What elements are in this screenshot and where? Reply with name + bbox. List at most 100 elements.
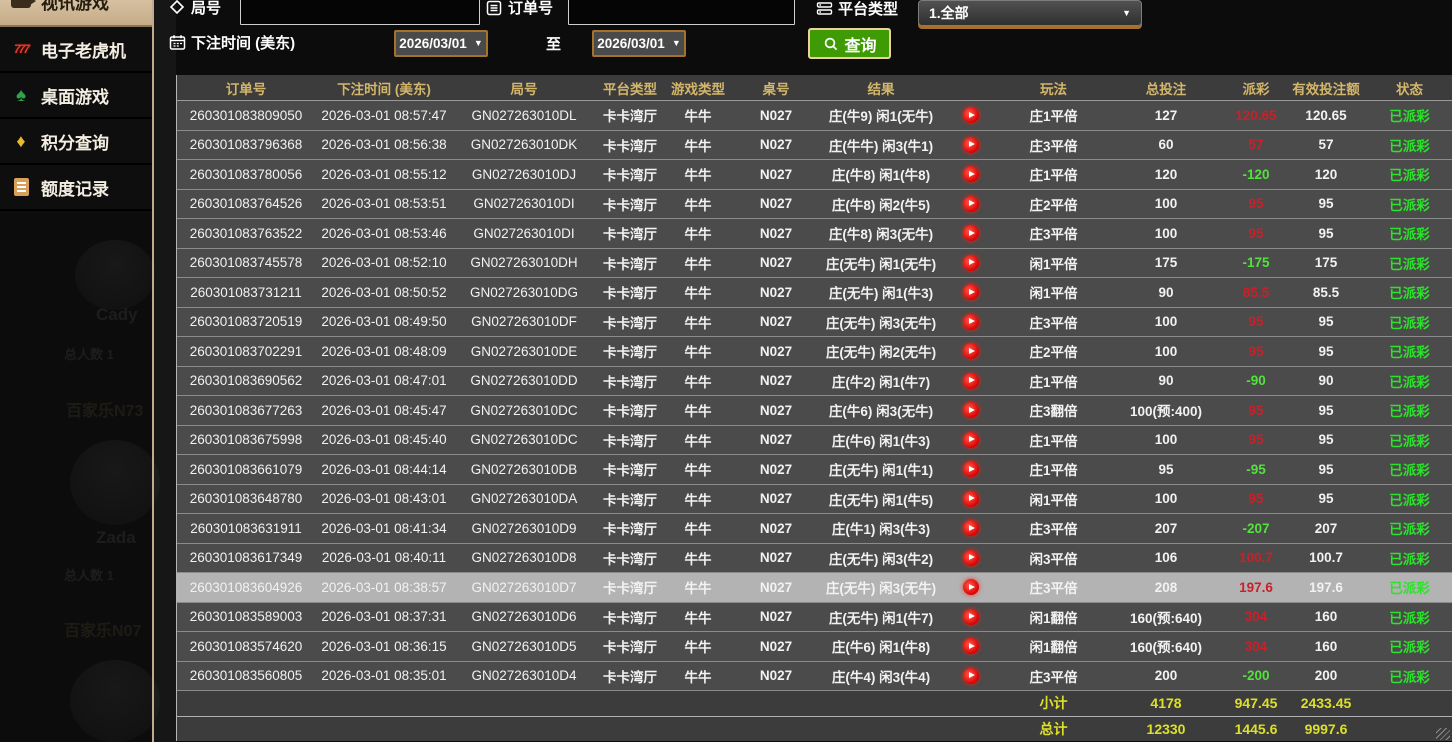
cell-order: 260301083560805 xyxy=(177,661,315,691)
table-row[interactable]: 260301083690562 2026-03-01 08:47:01 GN02… xyxy=(177,366,1452,396)
cell-replay xyxy=(941,219,1001,249)
col-header-valid-bet: 有效投注额 xyxy=(1286,75,1366,101)
cell-game-type: 牛牛 xyxy=(665,484,731,514)
table-games-icon: ♠ xyxy=(10,84,32,106)
cell-table-no: N027 xyxy=(731,189,821,219)
order-no-input[interactable] xyxy=(568,0,795,25)
table-row[interactable]: 260301083648780 2026-03-01 08:43:01 GN02… xyxy=(177,484,1452,514)
server-icon xyxy=(815,0,833,18)
sidebar-item-table-games[interactable]: ♠ 桌面游戏 xyxy=(0,73,152,119)
bet-time-label: 下注时间 (美东) xyxy=(168,32,295,53)
cell-replay xyxy=(941,573,1001,603)
replay-play-icon[interactable] xyxy=(963,196,979,212)
table-row[interactable]: 260301083631911 2026-03-01 08:41:34 GN02… xyxy=(177,514,1452,544)
cell-platform: 卡卡湾厅 xyxy=(595,602,665,632)
chevron-down-icon: ▼ xyxy=(672,39,681,48)
cell-bet-time: 2026-03-01 08:40:11 xyxy=(315,543,453,573)
replay-play-icon[interactable] xyxy=(963,284,979,300)
cell-order: 260301083677263 xyxy=(177,396,315,426)
table-row[interactable]: 260301083617349 2026-03-01 08:40:11 GN02… xyxy=(177,543,1452,573)
cell-order: 260301083690562 xyxy=(177,366,315,396)
replay-play-icon[interactable] xyxy=(963,491,979,507)
sidebar-item-slots[interactable]: 777 电子老虎机 xyxy=(0,27,152,73)
chevron-down-icon: ▼ xyxy=(474,39,483,48)
table-row[interactable]: 260301083589003 2026-03-01 08:37:31 GN02… xyxy=(177,602,1452,632)
game-no-input[interactable] xyxy=(240,0,480,25)
replay-play-icon[interactable] xyxy=(963,107,979,123)
list-icon xyxy=(485,0,503,17)
table-row[interactable]: 260301083745578 2026-03-01 08:52:10 GN02… xyxy=(177,248,1452,278)
replay-play-icon[interactable] xyxy=(963,668,979,684)
replay-play-icon[interactable] xyxy=(963,609,979,625)
filter-bar: 局号 订单号 平台类型 1.全部 ▼ xyxy=(160,0,1452,68)
table-row[interactable]: 260301083780056 2026-03-01 08:55:12 GN02… xyxy=(177,160,1452,190)
cell-play: 庄1平倍 xyxy=(1001,366,1106,396)
table-row[interactable]: 260301083764526 2026-03-01 08:53:51 GN02… xyxy=(177,189,1452,219)
sidebar-item-live-games[interactable]: 视讯游戏 xyxy=(0,0,152,27)
replay-play-icon[interactable] xyxy=(963,373,979,389)
replay-play-icon[interactable] xyxy=(963,225,979,241)
table-row[interactable]: 260301083604926 2026-03-01 08:38:57 GN02… xyxy=(177,573,1452,603)
table-row[interactable]: 260301083661079 2026-03-01 08:44:14 GN02… xyxy=(177,455,1452,485)
table-row[interactable]: 260301083796368 2026-03-01 08:56:38 GN02… xyxy=(177,130,1452,160)
cell-round: GN027263010DI xyxy=(453,219,595,249)
table-row[interactable]: 260301083675998 2026-03-01 08:45:40 GN02… xyxy=(177,425,1452,455)
table-row[interactable]: 260301083809050 2026-03-01 08:57:47 GN02… xyxy=(177,101,1452,131)
table-row[interactable]: 260301083731211 2026-03-01 08:50:52 GN02… xyxy=(177,278,1452,308)
table-row[interactable]: 260301083677263 2026-03-01 08:45:47 GN02… xyxy=(177,396,1452,426)
cell-order: 260301083780056 xyxy=(177,160,315,190)
table-row[interactable]: 260301083763522 2026-03-01 08:53:46 GN02… xyxy=(177,219,1452,249)
replay-play-icon[interactable] xyxy=(963,579,979,595)
replay-play-icon[interactable] xyxy=(963,432,979,448)
replay-play-icon[interactable] xyxy=(963,461,979,477)
resize-grip[interactable] xyxy=(1436,728,1450,740)
cell-table-no: N027 xyxy=(731,573,821,603)
cell-order: 260301083675998 xyxy=(177,425,315,455)
order-no-label: 订单号 xyxy=(485,0,553,18)
table-row[interactable]: 260301083560805 2026-03-01 08:35:01 GN02… xyxy=(177,661,1452,691)
table-row[interactable]: 260301083574620 2026-03-01 08:36:15 GN02… xyxy=(177,632,1452,662)
cell-payout: 100.7 xyxy=(1226,543,1286,573)
cell-platform: 卡卡湾厅 xyxy=(595,661,665,691)
cell-play: 闲1平倍 xyxy=(1001,278,1106,308)
date-to-picker[interactable]: 2026/03/01 ▼ xyxy=(592,30,686,57)
total-payout: 1445.6 xyxy=(1226,716,1286,741)
table-row[interactable]: 260301083720519 2026-03-01 08:49:50 GN02… xyxy=(177,307,1452,337)
platform-type-label: 平台类型 xyxy=(815,0,898,19)
sidebar-item-points-query[interactable]: ♦ 积分查询 xyxy=(0,119,152,165)
cell-table-no: N027 xyxy=(731,101,821,131)
replay-play-icon[interactable] xyxy=(963,314,979,330)
cell-table-no: N027 xyxy=(731,278,821,308)
cell-play: 闲1平倍 xyxy=(1001,248,1106,278)
cell-order: 260301083631911 xyxy=(177,514,315,544)
cell-payout: -200 xyxy=(1226,661,1286,691)
replay-play-icon[interactable] xyxy=(963,343,979,359)
sidebar-item-quota-records[interactable]: 额度记录 xyxy=(0,165,152,211)
col-header-status: 状态 xyxy=(1366,75,1452,101)
cell-round: GN027263010DF xyxy=(453,307,595,337)
replay-play-icon[interactable] xyxy=(963,638,979,654)
replay-play-icon[interactable] xyxy=(963,402,979,418)
cell-bet-time: 2026-03-01 08:41:34 xyxy=(315,514,453,544)
replay-play-icon[interactable] xyxy=(963,550,979,566)
platform-type-select[interactable]: 1.全部 ▼ xyxy=(918,0,1142,26)
cell-order: 260301083720519 xyxy=(177,307,315,337)
replay-play-icon[interactable] xyxy=(963,137,979,153)
cell-result: 庄(牛1) 闲3(牛3) xyxy=(821,514,941,544)
replay-play-icon[interactable] xyxy=(963,255,979,271)
cell-bet-time: 2026-03-01 08:45:40 xyxy=(315,425,453,455)
cell-table-no: N027 xyxy=(731,219,821,249)
cell-game-type: 牛牛 xyxy=(665,307,731,337)
cell-round: GN027263010DH xyxy=(453,248,595,278)
replay-play-icon[interactable] xyxy=(963,166,979,182)
date-from-picker[interactable]: 2026/03/01 ▼ xyxy=(394,30,488,57)
cell-total-bet: 106 xyxy=(1106,543,1226,573)
cell-result: 庄(无牛) 闲1(牛3) xyxy=(821,278,941,308)
replay-play-icon[interactable] xyxy=(963,520,979,536)
table-row[interactable]: 260301083702291 2026-03-01 08:48:09 GN02… xyxy=(177,337,1452,367)
cell-round: GN027263010DK xyxy=(453,130,595,160)
cell-game-type: 牛牛 xyxy=(665,632,731,662)
cell-status: 已派彩 xyxy=(1366,661,1452,691)
search-button[interactable]: 查询 xyxy=(808,28,891,59)
cell-bet-time: 2026-03-01 08:56:38 xyxy=(315,130,453,160)
